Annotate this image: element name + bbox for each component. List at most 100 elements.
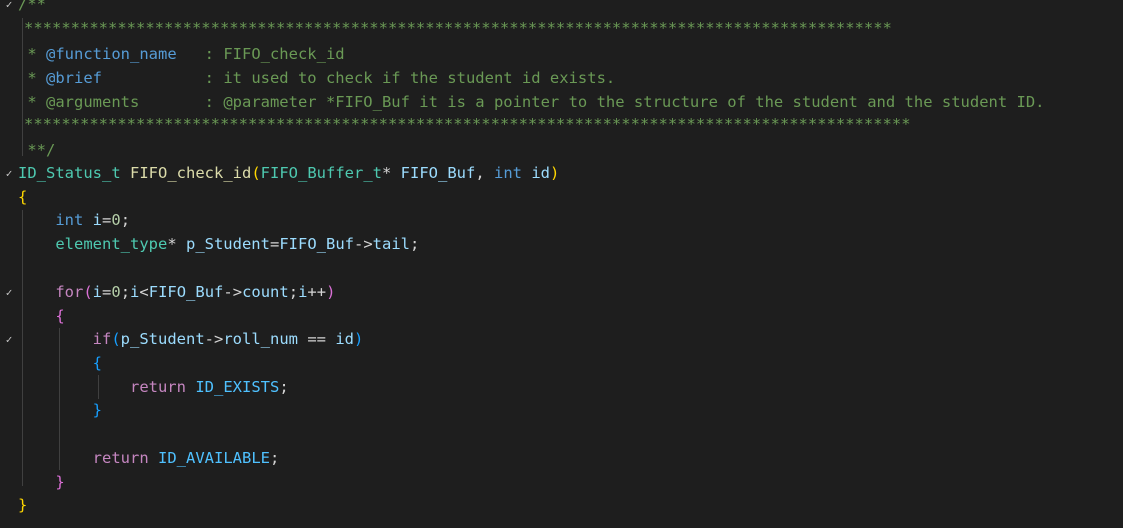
param-type: FIFO_Buffer_t: [260, 164, 382, 182]
code-line-16[interactable]: {: [0, 352, 1123, 375]
comment-pad: [102, 69, 205, 87]
paren-close: ): [326, 283, 336, 301]
member-roll-num: roll_num: [223, 330, 298, 348]
semicolon: ;: [120, 211, 131, 229]
brace-open: {: [92, 354, 102, 372]
code-line-18[interactable]: }: [0, 399, 1123, 422]
increment-op: ++: [307, 283, 327, 301]
code-line-17[interactable]: return ID_EXISTS;: [0, 376, 1123, 399]
arrow-op: ->: [204, 330, 224, 348]
type-element-type: element_type: [55, 235, 168, 253]
semicolon: ;: [120, 283, 131, 301]
code-line-6[interactable]: ****************************************…: [0, 113, 1123, 136]
comment-star: *: [18, 93, 46, 111]
code-line-21[interactable]: }: [0, 471, 1123, 494]
var-i: i: [130, 283, 140, 301]
var-i: i: [92, 283, 103, 301]
code-text: ID_Status_t FIFO_check_id(FIFO_Buffer_t*…: [18, 162, 559, 185]
code-text: ****************************************…: [24, 17, 892, 40]
code-line-13[interactable]: ✓ for(i=0;i<FIFO_Buf->count;i++): [0, 281, 1123, 304]
code-line-20[interactable]: return ID_AVAILABLE;: [0, 447, 1123, 470]
code-text: * @arguments : @parameter *FIFO_Buf it i…: [18, 91, 1045, 114]
brace-open: {: [55, 307, 65, 325]
assign-op: =: [269, 235, 280, 253]
code-text: int i=0;: [18, 209, 130, 232]
comment-pad: [139, 93, 204, 111]
code-line-11[interactable]: element_type* p_Student=FIFO_Buf->tail;: [0, 233, 1123, 256]
assign-op: =: [102, 283, 112, 301]
keyword-int: int: [55, 211, 84, 229]
arrow-op: ->: [353, 235, 373, 253]
code-editor[interactable]: ✓ /** **********************************…: [0, 0, 1123, 528]
var-fifo-buf: FIFO_Buf: [279, 235, 354, 253]
keyword-int: int: [494, 164, 522, 182]
chevron-down-icon[interactable]: ✓: [2, 162, 16, 185]
code-line-14[interactable]: {: [0, 305, 1123, 328]
code-text: }: [18, 471, 65, 494]
semicolon: ;: [269, 449, 280, 467]
semicolon: ;: [279, 378, 289, 396]
code-line-15[interactable]: ✓ if(p_Student->roll_num == id): [0, 328, 1123, 351]
chevron-down-icon[interactable]: ✓: [2, 0, 16, 16]
keyword-if: if: [92, 330, 112, 348]
keyword-return: return: [129, 378, 186, 396]
brace-close: }: [55, 473, 65, 491]
code-text: element_type* p_Student=FIFO_Buf->tail;: [18, 233, 419, 256]
member-count: count: [242, 283, 289, 301]
code-text: for(i=0;i<FIFO_Buf->count;i++): [18, 281, 335, 304]
code-text: if(p_Student->roll_num == id): [18, 328, 364, 351]
comment-text: : it used to check if the student id exi…: [204, 69, 616, 87]
comment-stars: ****************************************…: [24, 19, 892, 37]
code-line-22[interactable]: }: [0, 494, 1123, 517]
chevron-down-icon[interactable]: ✓: [2, 328, 16, 351]
var-p-student: p_Student: [185, 235, 270, 253]
code-text: return ID_EXISTS;: [18, 376, 289, 399]
code-line-7[interactable]: **/: [0, 139, 1123, 162]
comment-stars: ****************************************…: [24, 115, 911, 133]
arrow-op: ->: [223, 283, 243, 301]
code-line-8[interactable]: ✓ ID_Status_t FIFO_check_id(FIFO_Buffer_…: [0, 162, 1123, 185]
code-text: {: [18, 352, 102, 375]
code-line-5[interactable]: * @arguments : @parameter *FIFO_Buf it i…: [0, 91, 1123, 114]
code-text: {: [18, 186, 27, 209]
code-text: ****************************************…: [24, 113, 911, 136]
comment-text: : @parameter *FIFO_Buf it is a pointer t…: [204, 93, 1045, 111]
code-line-9[interactable]: {: [0, 186, 1123, 209]
param-id: id: [531, 164, 551, 182]
chevron-down-icon[interactable]: ✓: [2, 281, 16, 304]
paren-close: ): [550, 164, 560, 182]
code-line-4[interactable]: * @brief : it used to check if the stude…: [0, 67, 1123, 90]
semicolon: ;: [409, 235, 420, 253]
number-literal: 0: [111, 283, 121, 301]
code-text: {: [18, 305, 65, 328]
pointer-symbol: *: [167, 235, 186, 253]
comment-star: *: [18, 69, 46, 87]
code-line-2[interactable]: ****************************************…: [0, 17, 1123, 40]
equality-op: ==: [298, 330, 336, 348]
function-name: FIFO_check_id: [130, 164, 252, 182]
var-fifo-buf: FIFO_Buf: [148, 283, 224, 301]
paren-open: (: [111, 330, 121, 348]
paren-close: ): [354, 330, 364, 348]
code-line-10[interactable]: int i=0;: [0, 209, 1123, 232]
const-id-available: ID_AVAILABLE: [158, 449, 270, 467]
number-literal: 0: [111, 211, 121, 229]
code-line-3[interactable]: * @function_name : FIFO_check_id: [0, 43, 1123, 66]
code-text: return ID_AVAILABLE;: [18, 447, 280, 470]
keyword-return: return: [92, 449, 149, 467]
comment-open: /**: [18, 0, 46, 13]
keyword-for: for: [55, 283, 84, 301]
var-id: id: [335, 330, 354, 348]
code-line-1[interactable]: ✓ /**: [0, 0, 1123, 16]
code-text: }: [18, 494, 27, 517]
paren-open: (: [251, 164, 261, 182]
pointer-symbol: *: [382, 164, 401, 182]
